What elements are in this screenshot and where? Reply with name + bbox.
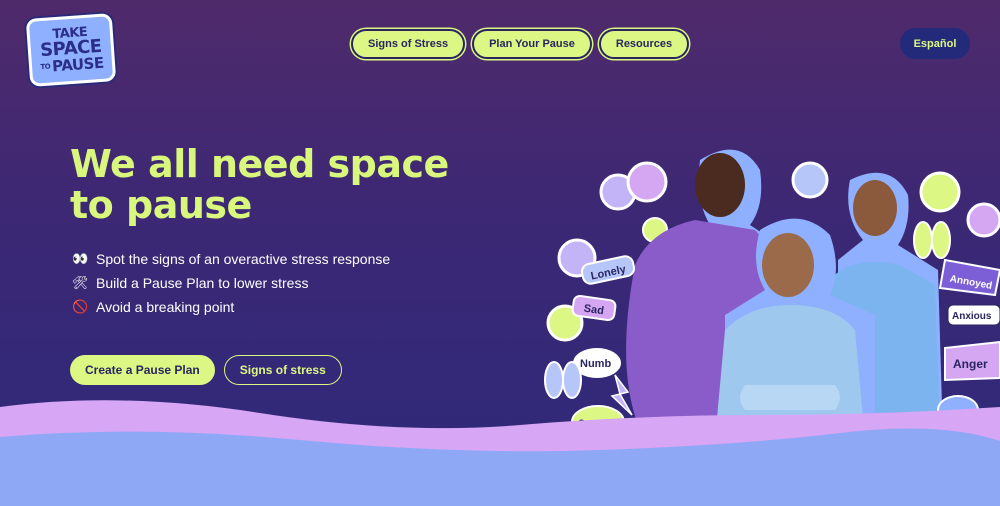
- logo-line-3: TOPAUSE: [40, 53, 105, 76]
- hero-bullet-list: 👀 Spot the signs of an overactive stress…: [72, 247, 390, 319]
- hero-title: We all need space to pause: [70, 142, 449, 227]
- hero-cta-group: Create a Pause Plan Signs of stress: [70, 355, 342, 385]
- take-space-to-pause-logo[interactable]: TAKE SPACE TOPAUSE: [25, 13, 117, 87]
- bullet-item: 🛠 Build a Pause Plan to lower stress: [72, 271, 390, 295]
- sticker-text: Numb: [580, 358, 611, 370]
- anxious-sticker: Anxious: [947, 304, 1000, 326]
- bullet-item: 🚫 Avoid a breaking point: [72, 295, 390, 319]
- logo-line-3-word: PAUSE: [51, 53, 105, 76]
- language-toggle-button[interactable]: Español: [900, 28, 970, 59]
- bullet-text: Build a Pause Plan to lower stress: [96, 275, 309, 291]
- eyes-icon: 👀: [72, 251, 89, 266]
- tools-icon: 🛠: [72, 275, 89, 290]
- main-nav: Signs of Stress Plan Your Pause Resource…: [351, 29, 690, 59]
- sticker-text: Anger: [953, 357, 988, 371]
- anger-sticker: Anger: [944, 340, 1000, 382]
- nav-resources[interactable]: Resources: [598, 29, 690, 59]
- signs-of-stress-button[interactable]: Signs of stress: [223, 355, 342, 385]
- hero-illustration: Lonely Sad Numb Overwhe Annoyed Anxious …: [544, 149, 1000, 440]
- bullet-item: 👀 Spot the signs of an overactive stress…: [72, 247, 390, 271]
- no-entry-icon: 🚫: [72, 299, 89, 314]
- bullet-text: Spot the signs of an overactive stress r…: [96, 251, 391, 267]
- bullet-text: Avoid a breaking point: [96, 299, 235, 315]
- nav-signs-of-stress[interactable]: Signs of Stress: [351, 29, 466, 59]
- decorative-wave: [0, 400, 1000, 506]
- logo-line-3-prefix: TO: [40, 62, 51, 72]
- annoyed-sticker: Annoyed: [938, 258, 1000, 297]
- sticker-text: Anxious: [952, 311, 992, 322]
- nav-plan-your-pause[interactable]: Plan Your Pause: [472, 29, 592, 59]
- create-pause-plan-button[interactable]: Create a Pause Plan: [70, 355, 215, 385]
